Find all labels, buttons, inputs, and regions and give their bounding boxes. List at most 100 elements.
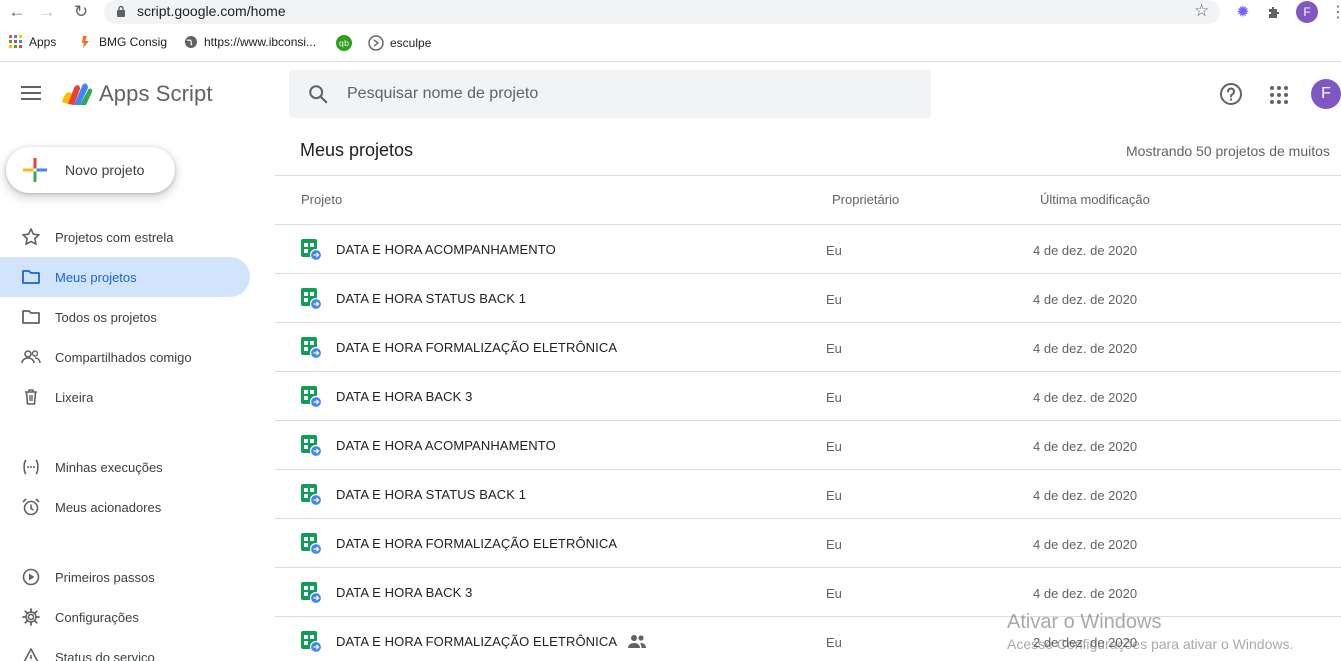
apps-script-file-icon bbox=[300, 582, 323, 605]
project-modified-date: 4 de dez. de 2020 bbox=[1033, 341, 1138, 356]
sidebar-item-service-status[interactable]: Status do serviço bbox=[0, 637, 250, 661]
column-header-project[interactable]: Projeto bbox=[301, 192, 342, 207]
gear-icon bbox=[22, 608, 40, 626]
column-header-owner[interactable]: Proprietário bbox=[832, 192, 899, 207]
project-row[interactable]: DATA E HORA FORMALIZAÇÃO ELETRÔNICA Eu 4 d… bbox=[275, 323, 1341, 372]
chrome-divider bbox=[0, 61, 1341, 62]
extensions-puzzle-icon[interactable] bbox=[1263, 2, 1285, 24]
sidebar-item-trash[interactable]: Lixeira bbox=[0, 377, 250, 417]
project-modified-date: 4 de dez. de 2020 bbox=[1033, 488, 1138, 503]
app-title: Apps Script bbox=[99, 81, 213, 106]
lock-icon bbox=[117, 5, 125, 17]
warning-icon bbox=[23, 648, 39, 661]
apps-script-file-icon bbox=[300, 484, 323, 507]
project-name: DATA E HORA FORMALIZAÇÃO ELETRÔNICA bbox=[336, 536, 618, 551]
bookmark-bmg-consig[interactable]: BMG Consig bbox=[79, 35, 167, 49]
google-apps-icon[interactable] bbox=[1270, 86, 1288, 104]
sidebar-item-all-projects[interactable]: Todos os projetos bbox=[0, 297, 250, 337]
project-modified-date: 4 de dez. de 2020 bbox=[1033, 586, 1138, 601]
bookmark-ibconsi[interactable]: https://www.ibconsi... bbox=[184, 35, 316, 49]
forward-arrow-icon[interactable]: → bbox=[37, 3, 57, 23]
browser-profile-avatar[interactable]: F bbox=[1296, 1, 1318, 23]
star-icon bbox=[22, 228, 40, 245]
alarm-icon bbox=[22, 498, 40, 516]
project-owner: Eu bbox=[826, 341, 842, 356]
bmg-icon bbox=[82, 36, 89, 48]
address-bar[interactable]: script.google.com/home ☆ bbox=[104, 0, 1220, 24]
new-project-button[interactable]: Novo projeto bbox=[6, 147, 175, 193]
svg-text:qb: qb bbox=[339, 39, 349, 48]
project-modified-date: 4 de dez. de 2020 bbox=[1033, 292, 1138, 307]
shared-people-icon bbox=[627, 633, 647, 649]
project-row[interactable]: DATA E HORA ACOMPANHAMENTO Eu 4 de dez. de… bbox=[275, 421, 1341, 470]
extension-sparkle-icon[interactable]: ✹ bbox=[1232, 2, 1254, 24]
project-owner: Eu bbox=[826, 243, 842, 258]
column-header-last-modified[interactable]: Última modificação bbox=[1040, 192, 1150, 207]
globe-icon bbox=[185, 36, 197, 48]
sidebar-item-my-projects[interactable]: Meus projetos bbox=[0, 257, 250, 297]
bookmarks-bar: Apps BMG Consig https://www.ibconsi... q… bbox=[0, 30, 1341, 56]
sidebar-item-getting-started[interactable]: Primeiros passos bbox=[0, 557, 250, 597]
project-name: DATA E HORA FORMALIZAÇÃO ELETRÔNICA bbox=[336, 634, 618, 649]
trash-icon bbox=[25, 389, 37, 405]
sidebar-item-shared-with-me[interactable]: Compartilhados comigo bbox=[0, 337, 250, 377]
project-owner: Eu bbox=[826, 390, 842, 405]
project-owner: Eu bbox=[826, 439, 842, 454]
apps-script-file-icon bbox=[300, 239, 323, 262]
browser-toolbar: ← → ↻ script.google.com/home ☆ ✹ F ⋮ bbox=[0, 0, 1341, 25]
apps-script-file-icon bbox=[300, 288, 323, 311]
project-name: DATA E HORA STATUS BACK 1 bbox=[336, 291, 527, 306]
sidebar-item-executions[interactable]: Minhas execuções bbox=[0, 447, 250, 487]
folder-icon bbox=[22, 270, 40, 284]
project-owner: Eu bbox=[826, 635, 842, 650]
project-modified-date: 4 de dez. de 2020 bbox=[1033, 439, 1138, 454]
apps-script-file-icon bbox=[300, 386, 323, 409]
project-modified-date: 4 de dez. de 2020 bbox=[1033, 390, 1138, 405]
search-icon[interactable] bbox=[307, 83, 329, 105]
project-row[interactable]: DATA E HORA STATUS BACK 1 Eu 4 de dez. de … bbox=[275, 470, 1341, 519]
search-input[interactable] bbox=[347, 82, 907, 106]
back-arrow-icon[interactable]: ← bbox=[7, 3, 27, 23]
project-modified-date: 4 de dez. de 2020 bbox=[1033, 537, 1138, 552]
sidebar-item-triggers[interactable]: Meus acionadores bbox=[0, 487, 250, 527]
new-project-label: Novo projeto bbox=[65, 162, 145, 178]
project-row[interactable]: DATA E HORA STATUS BACK 1 Eu 4 de dez. de … bbox=[275, 274, 1341, 323]
project-name: DATA E HORA STATUS BACK 1 bbox=[336, 487, 527, 502]
esculpe-icon bbox=[368, 35, 384, 51]
project-name: DATA E HORA ACOMPANHAMENTO bbox=[336, 242, 556, 257]
bookmark-esculpe[interactable]: esculpe bbox=[368, 35, 431, 51]
project-row[interactable]: DATA E HORA BACK 3 Eu 4 de dez. de 2020 bbox=[275, 568, 1341, 617]
project-row[interactable]: DATA E HORA FORMALIZAÇÃO ELETRÔNICA Eu 4 d… bbox=[275, 519, 1341, 568]
project-owner: Eu bbox=[826, 488, 842, 503]
header-divider bbox=[275, 175, 1341, 176]
project-row[interactable]: DATA E HORA ACOMPANHAMENTO Eu 4 de dez. de… bbox=[275, 225, 1341, 274]
bookmark-star-icon[interactable]: ☆ bbox=[1194, 1, 1209, 21]
project-row[interactable]: DATA E HORA BACK 3 Eu 4 de dez. de 2020 bbox=[275, 372, 1341, 421]
project-owner: Eu bbox=[826, 537, 842, 552]
main-menu-icon[interactable] bbox=[21, 86, 41, 102]
reload-icon[interactable]: ↻ bbox=[71, 3, 91, 23]
executions-icon bbox=[23, 459, 39, 475]
search-box[interactable] bbox=[289, 70, 931, 118]
apps-script-logo bbox=[62, 83, 93, 105]
people-icon bbox=[21, 350, 41, 364]
sidebar-item-settings[interactable]: Configurações bbox=[0, 597, 250, 637]
apps-script-file-icon bbox=[300, 533, 323, 556]
account-avatar[interactable]: F bbox=[1311, 79, 1341, 109]
sidebar-item-starred[interactable]: Projetos com estrela bbox=[0, 217, 250, 257]
browser-menu-icon[interactable]: ⋮ bbox=[1330, 2, 1341, 22]
project-count: Mostrando 50 projetos de muitos bbox=[1126, 143, 1330, 159]
bookmark-apps[interactable]: Apps bbox=[9, 35, 56, 49]
project-name: DATA E HORA FORMALIZAÇÃO ELETRÔNICA bbox=[336, 340, 618, 355]
project-modified-date: 4 de dez. de 2020 bbox=[1033, 243, 1138, 258]
project-name: DATA E HORA BACK 3 bbox=[336, 389, 473, 404]
colorful-plus-icon bbox=[23, 158, 47, 182]
project-owner: Eu bbox=[826, 586, 842, 601]
help-icon[interactable] bbox=[1219, 82, 1243, 106]
windows-activation-subtitle: Acesse Configurações para ativar o Windo… bbox=[1007, 636, 1294, 652]
bookmark-qb[interactable]: qb bbox=[336, 35, 358, 51]
apps-script-file-icon bbox=[300, 337, 323, 360]
project-name: DATA E HORA ACOMPANHAMENTO bbox=[336, 438, 556, 453]
url-text: script.google.com/home bbox=[137, 3, 286, 19]
folder-icon bbox=[22, 310, 40, 324]
